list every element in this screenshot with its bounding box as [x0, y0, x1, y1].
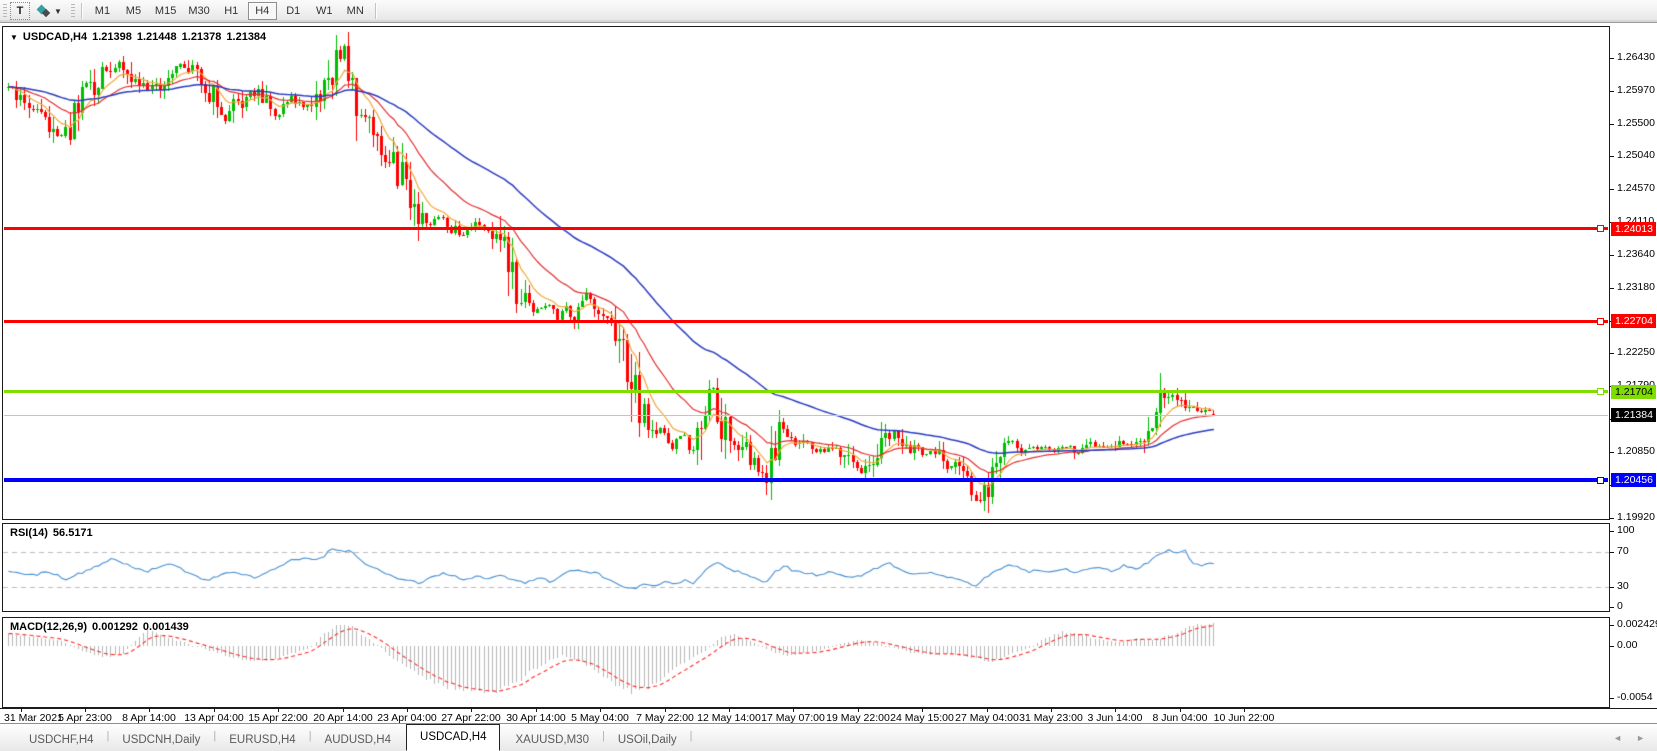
top-toolbar: T ▼ M1M5M15M30H1H4D1W1MN: [0, 0, 1657, 23]
price-axis-tick-label: 1.25500: [1617, 117, 1655, 129]
timeframe-buttons: M1M5M15M30H1H4D1W1MN: [87, 2, 371, 20]
main-chart-pane: ▼ USDCAD,H4 1.21398 1.21448 1.21378 1.21…: [2, 26, 1610, 520]
symbol-period-label: USDCAD,H4: [23, 31, 87, 43]
price-axis-tick-label: 1.26430: [1617, 51, 1655, 63]
price-axis-tick-label: 1.23640: [1617, 248, 1655, 260]
resistance-line-1-handle[interactable]: [1597, 225, 1604, 232]
rsi-canvas[interactable]: [3, 524, 1609, 611]
chart-title: ▼ USDCAD,H4 1.21398 1.21448 1.21378 1.21…: [10, 31, 266, 43]
rsi-level-label: 70: [1617, 545, 1629, 557]
support-line-blue-price-label: 1.20456: [1611, 473, 1656, 487]
tab-separator: |: [690, 730, 693, 742]
macd-axis-tick: [1610, 625, 1614, 626]
price-axis-tick: [1610, 353, 1614, 354]
resistance-line-2-handle[interactable]: [1597, 318, 1604, 325]
price-axis-tick-label: 1.24570: [1617, 182, 1655, 194]
chart-style-dropdown-button[interactable]: ▼: [32, 2, 67, 20]
chevron-down-icon: ▼: [54, 7, 62, 16]
mt4-terminal-window: T ▼ M1M5M15M30H1H4D1W1MN ▼ USDCAD,H4 1.2…: [0, 0, 1657, 751]
resistance-line-2[interactable]: [4, 320, 1608, 323]
price-axis-tick-label: 1.23180: [1617, 281, 1655, 293]
chart-tab-usdchf[interactable]: USDCHF,H4: [16, 730, 107, 751]
timeframe-button-h1[interactable]: H1: [217, 2, 246, 20]
toolbar-grip[interactable]: [71, 4, 75, 18]
price-axis-tick: [1610, 288, 1614, 289]
rsi-axis-tick: [1610, 607, 1614, 608]
support-line-green[interactable]: [4, 390, 1608, 393]
support-line-blue[interactable]: [4, 478, 1608, 482]
resistance-line-2-price-label: 1.22704: [1611, 314, 1656, 328]
price-axis-tick-label: 1.22250: [1617, 346, 1655, 358]
rsi-axis-tick: [1610, 552, 1614, 553]
price-axis-tick: [1610, 58, 1614, 59]
bid-price-line: [4, 415, 1608, 416]
bid-price-label: 1.21384: [1611, 408, 1656, 422]
price-axis-tick: [1610, 124, 1614, 125]
timeframe-button-mn[interactable]: MN: [341, 2, 370, 20]
timeframe-button-m5[interactable]: M5: [119, 2, 148, 20]
macd-level-label: 0.002429: [1617, 618, 1657, 630]
one-click-trading-toggle-icon[interactable]: ▼: [10, 33, 18, 42]
price-axis-tick-label: 1.19920: [1617, 511, 1655, 523]
chart-tab-usdcad[interactable]: USDCAD,H4: [406, 724, 500, 751]
macd-axis-tick: [1610, 646, 1614, 647]
rsi-axis-tick: [1610, 587, 1614, 588]
resistance-line-1[interactable]: [4, 227, 1608, 230]
main-chart-canvas[interactable]: [3, 27, 1609, 519]
text-label-tool-button[interactable]: T: [10, 2, 30, 20]
rsi-level-label: 0: [1617, 600, 1623, 612]
price-axis-tick: [1610, 255, 1614, 256]
timeframe-button-h4[interactable]: H4: [248, 2, 277, 20]
toolbar-grip[interactable]: [3, 4, 7, 18]
price-axis-tick: [1610, 156, 1614, 157]
chart-tab-usdcnh[interactable]: USDCNH,Daily: [109, 730, 213, 751]
tab-scroll-arrows: ◄ ►: [1613, 734, 1645, 743]
tab-scroll-right-icon[interactable]: ►: [1636, 734, 1645, 743]
macd-canvas[interactable]: [3, 618, 1609, 707]
toolbar-separator: [81, 3, 83, 19]
macd-indicator-pane: MACD(12,26,9)0.0012920.001439: [2, 617, 1610, 708]
quote-open: 1.21398: [92, 31, 132, 43]
chart-tab-eurusd[interactable]: EURUSD,H4: [216, 730, 308, 751]
macd-axis-tick: [1610, 698, 1614, 699]
rsi-axis-tick: [1610, 531, 1614, 532]
macd-level-label: 0.00: [1617, 639, 1637, 651]
price-axis-tick-label: 1.25040: [1617, 149, 1655, 161]
chart-tab-audusd[interactable]: AUDUSD,H4: [312, 730, 404, 751]
macd-level-label: -0.0054: [1617, 691, 1653, 703]
price-axis-tick: [1610, 518, 1614, 519]
rsi-indicator-pane: RSI(14)56.5171: [2, 523, 1610, 612]
quote-close: 1.21384: [226, 31, 266, 43]
quote-high: 1.21448: [137, 31, 177, 43]
price-axis-tick-label: 1.20850: [1617, 445, 1655, 457]
rsi-level-label: 100: [1617, 524, 1635, 536]
support-line-green-handle[interactable]: [1597, 388, 1604, 395]
timeframe-button-m30[interactable]: M30: [183, 2, 214, 20]
toolbar-separator: [375, 3, 377, 19]
rsi-label: RSI(14)56.5171: [10, 527, 93, 539]
price-axis-tick: [1610, 189, 1614, 190]
timeframe-button-m15[interactable]: M15: [150, 2, 181, 20]
style-arrows-icon: [37, 5, 51, 17]
price-axis-tick-label: 1.25970: [1617, 84, 1655, 96]
support-line-green-price-label: 1.21704: [1611, 385, 1656, 399]
timeframe-button-d1[interactable]: D1: [279, 2, 308, 20]
chart-tab-usoil[interactable]: USOil,Daily: [605, 730, 690, 751]
support-line-blue-handle[interactable]: [1597, 477, 1604, 484]
price-axis-tick: [1610, 91, 1614, 92]
price-axis-tick: [1610, 452, 1614, 453]
timeframe-button-w1[interactable]: W1: [310, 2, 339, 20]
rsi-level-label: 30: [1617, 580, 1629, 592]
quote-low: 1.21378: [182, 31, 222, 43]
tab-scroll-left-icon[interactable]: ◄: [1613, 734, 1622, 743]
chart-tab-xauusd[interactable]: XAUUSD,M30: [502, 730, 602, 751]
resistance-line-1-price-label: 1.24013: [1611, 222, 1656, 236]
time-axis[interactable]: 31 Mar 20215 Apr 23:008 Apr 14:0013 Apr …: [0, 708, 1657, 724]
macd-label: MACD(12,26,9)0.0012920.001439: [10, 621, 189, 633]
timeframe-button-m1[interactable]: M1: [88, 2, 117, 20]
chart-tab-bar: USDCHF,H4|USDCNH,Daily|EURUSD,H4|AUDUSD,…: [0, 723, 1657, 751]
